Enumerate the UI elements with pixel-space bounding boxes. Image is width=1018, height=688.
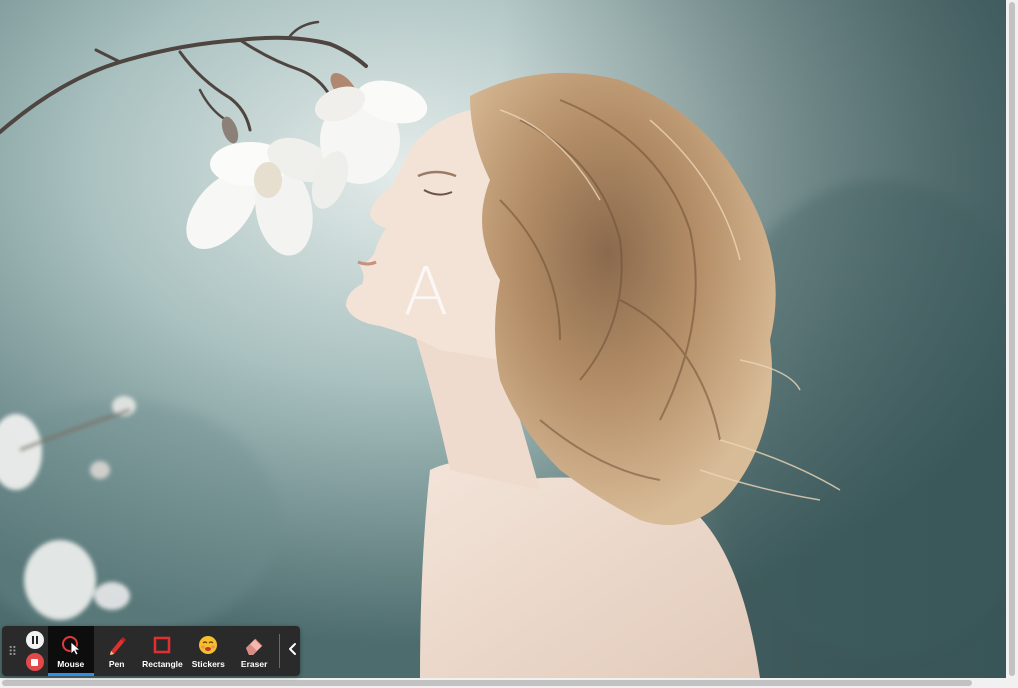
- horizontal-scrollbar-thumb[interactable]: [2, 680, 972, 686]
- mouse-cursor-icon: [60, 634, 82, 656]
- tool-stickers[interactable]: Stickers: [185, 626, 231, 676]
- tool-stickers-label: Stickers: [191, 658, 225, 669]
- vertical-scrollbar-thumb[interactable]: [1009, 2, 1015, 676]
- pen-icon: [106, 634, 128, 656]
- tool-mouse-label: Mouse: [57, 658, 85, 669]
- tool-eraser-label: Eraser: [240, 658, 268, 669]
- stop-icon: [31, 658, 39, 666]
- tool-pen-label: Pen: [108, 658, 125, 669]
- stop-recording-button[interactable]: [25, 653, 44, 671]
- vertical-scrollbar[interactable]: [1006, 0, 1018, 688]
- rectangle-icon: [151, 634, 173, 656]
- chevron-left-icon: [288, 642, 298, 661]
- pause-icon: [31, 636, 39, 644]
- tool-eraser[interactable]: Eraser: [231, 626, 277, 676]
- horizontal-scrollbar[interactable]: [0, 678, 1006, 688]
- video-frame: A: [0, 0, 1006, 678]
- recording-controls: [22, 626, 48, 676]
- tool-rectangle[interactable]: Rectangle: [140, 626, 186, 676]
- toolbar-drag-handle[interactable]: ⠿: [2, 626, 22, 676]
- annotation-toolbar: ⠿ Mouse Pen Rectangle Stickers Eraser: [2, 626, 300, 676]
- tool-mouse[interactable]: Mouse: [47, 626, 94, 676]
- tool-pen[interactable]: Pen: [94, 626, 140, 676]
- drag-handle-icon: ⠿: [7, 643, 17, 659]
- toolbar-divider: [279, 634, 281, 668]
- eraser-icon: [243, 634, 265, 656]
- portrait-photo: [0, 0, 1006, 678]
- pause-recording-button[interactable]: [25, 631, 44, 649]
- sticker-emoji-icon: [197, 634, 219, 656]
- collapse-toolbar-button[interactable]: [286, 626, 300, 676]
- overlay-text: A: [403, 253, 449, 330]
- tool-rectangle-label: Rectangle: [142, 658, 183, 669]
